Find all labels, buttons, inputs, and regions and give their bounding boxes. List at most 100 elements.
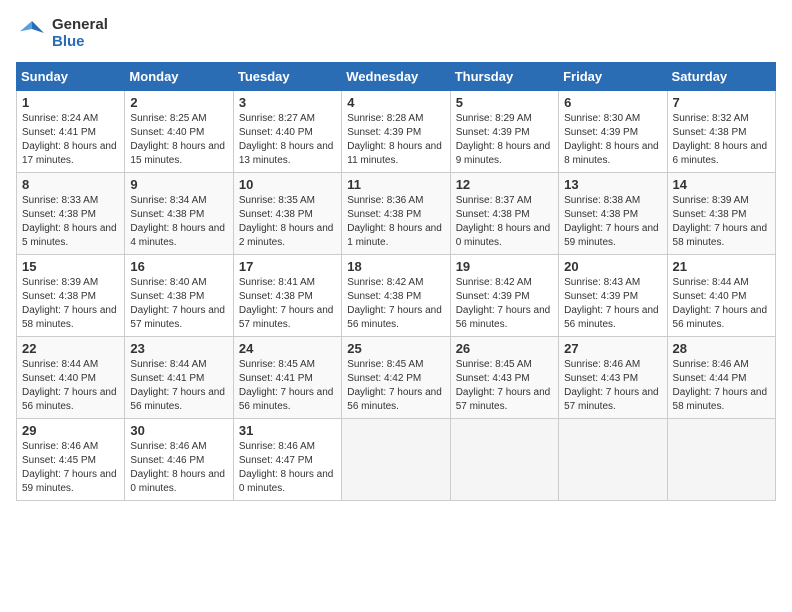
day-info: Sunrise: 8:43 AM Sunset: 4:39 PM Dayligh… bbox=[564, 276, 661, 332]
day-info: Sunrise: 8:42 AM Sunset: 4:38 PM Dayligh… bbox=[347, 276, 444, 332]
day-info: Sunrise: 8:35 AM Sunset: 4:38 PM Dayligh… bbox=[239, 194, 336, 250]
day-cell: 28Sunrise: 8:46 AM Sunset: 4:44 PM Dayli… bbox=[667, 337, 775, 419]
day-number: 23 bbox=[130, 341, 227, 356]
day-number: 3 bbox=[239, 95, 336, 110]
day-cell: 22 Sunrise: 8:44 AM Sunset: 4:40 PM Dayli… bbox=[17, 337, 125, 419]
day-info: Sunrise: 8:44 AM Sunset: 4:40 PM Dayligh… bbox=[22, 358, 119, 414]
day-info: Sunrise: 8:29 AM Sunset: 4:39 PM Dayligh… bbox=[456, 112, 553, 168]
day-info: Sunrise: 8:46 AM Sunset: 4:47 PM Dayligh… bbox=[239, 440, 336, 496]
day-info: Sunrise: 8:39 AM Sunset: 4:38 PM Dayligh… bbox=[673, 194, 770, 250]
day-number: 9 bbox=[130, 177, 227, 192]
day-cell: 27 Sunrise: 8:46 AM Sunset: 4:43 PM Dayli… bbox=[559, 337, 667, 419]
day-info: Sunrise: 8:44 AM Sunset: 4:41 PM Dayligh… bbox=[130, 358, 227, 414]
day-info: Sunrise: 8:45 AM Sunset: 4:43 PM Dayligh… bbox=[456, 358, 553, 414]
day-number: 5 bbox=[456, 95, 553, 110]
day-number: 6 bbox=[564, 95, 661, 110]
day-info: Sunrise: 8:46 AM Sunset: 4:43 PM Dayligh… bbox=[564, 358, 661, 414]
day-number: 29 bbox=[22, 423, 119, 438]
day-info: Sunrise: 8:38 AM Sunset: 4:38 PM Dayligh… bbox=[564, 194, 661, 250]
day-info: Sunrise: 8:25 AM Sunset: 4:40 PM Dayligh… bbox=[130, 112, 227, 168]
day-cell: 24 Sunrise: 8:45 AM Sunset: 4:41 PM Dayli… bbox=[233, 337, 341, 419]
day-info: Sunrise: 8:39 AM Sunset: 4:38 PM Dayligh… bbox=[22, 276, 119, 332]
day-cell: 23 Sunrise: 8:44 AM Sunset: 4:41 PM Dayli… bbox=[125, 337, 233, 419]
day-cell: 16 Sunrise: 8:40 AM Sunset: 4:38 PM Dayli… bbox=[125, 255, 233, 337]
logo-text: General Blue bbox=[52, 16, 108, 50]
day-info: Sunrise: 8:27 AM Sunset: 4:40 PM Dayligh… bbox=[239, 112, 336, 168]
day-cell bbox=[559, 419, 667, 501]
day-number: 16 bbox=[130, 259, 227, 274]
day-number: 21 bbox=[673, 259, 770, 274]
week-row-3: 15 Sunrise: 8:39 AM Sunset: 4:38 PM Dayli… bbox=[17, 255, 776, 337]
weekday-header-row: SundayMondayTuesdayWednesdayThursdayFrid… bbox=[17, 63, 776, 91]
logo: General Blue bbox=[16, 16, 108, 50]
day-info: Sunrise: 8:41 AM Sunset: 4:38 PM Dayligh… bbox=[239, 276, 336, 332]
day-info: Sunrise: 8:46 AM Sunset: 4:45 PM Dayligh… bbox=[22, 440, 119, 496]
logo-icon bbox=[16, 17, 48, 49]
day-cell: 30 Sunrise: 8:46 AM Sunset: 4:46 PM Dayli… bbox=[125, 419, 233, 501]
day-cell: 9 Sunrise: 8:34 AM Sunset: 4:38 PM Daylig… bbox=[125, 173, 233, 255]
day-number: 1 bbox=[22, 95, 119, 110]
day-cell bbox=[342, 419, 450, 501]
day-number: 31 bbox=[239, 423, 336, 438]
calendar-table: SundayMondayTuesdayWednesdayThursdayFrid… bbox=[16, 62, 776, 501]
day-number: 28 bbox=[673, 341, 770, 356]
day-info: Sunrise: 8:44 AM Sunset: 4:40 PM Dayligh… bbox=[673, 276, 770, 332]
week-row-1: 1 Sunrise: 8:24 AM Sunset: 4:41 PM Daylig… bbox=[17, 91, 776, 173]
day-cell bbox=[450, 419, 558, 501]
day-cell: 25 Sunrise: 8:45 AM Sunset: 4:42 PM Dayli… bbox=[342, 337, 450, 419]
weekday-header-tuesday: Tuesday bbox=[233, 63, 341, 91]
day-info: Sunrise: 8:32 AM Sunset: 4:38 PM Dayligh… bbox=[673, 112, 770, 168]
day-cell: 4 Sunrise: 8:28 AM Sunset: 4:39 PM Daylig… bbox=[342, 91, 450, 173]
day-info: Sunrise: 8:45 AM Sunset: 4:41 PM Dayligh… bbox=[239, 358, 336, 414]
day-info: Sunrise: 8:46 AM Sunset: 4:46 PM Dayligh… bbox=[130, 440, 227, 496]
day-number: 13 bbox=[564, 177, 661, 192]
day-cell: 10 Sunrise: 8:35 AM Sunset: 4:38 PM Dayli… bbox=[233, 173, 341, 255]
day-number: 30 bbox=[130, 423, 227, 438]
day-number: 4 bbox=[347, 95, 444, 110]
weekday-header-thursday: Thursday bbox=[450, 63, 558, 91]
day-number: 7 bbox=[673, 95, 770, 110]
weekday-header-saturday: Saturday bbox=[667, 63, 775, 91]
day-number: 14 bbox=[673, 177, 770, 192]
day-cell: 2 Sunrise: 8:25 AM Sunset: 4:40 PM Daylig… bbox=[125, 91, 233, 173]
day-info: Sunrise: 8:34 AM Sunset: 4:38 PM Dayligh… bbox=[130, 194, 227, 250]
day-info: Sunrise: 8:40 AM Sunset: 4:38 PM Dayligh… bbox=[130, 276, 227, 332]
day-number: 19 bbox=[456, 259, 553, 274]
week-row-2: 8Sunrise: 8:33 AM Sunset: 4:38 PM Daylig… bbox=[17, 173, 776, 255]
day-info: Sunrise: 8:37 AM Sunset: 4:38 PM Dayligh… bbox=[456, 194, 553, 250]
day-cell: 20 Sunrise: 8:43 AM Sunset: 4:39 PM Dayli… bbox=[559, 255, 667, 337]
day-cell: 15 Sunrise: 8:39 AM Sunset: 4:38 PM Dayli… bbox=[17, 255, 125, 337]
day-cell: 26 Sunrise: 8:45 AM Sunset: 4:43 PM Dayli… bbox=[450, 337, 558, 419]
day-cell: 5 Sunrise: 8:29 AM Sunset: 4:39 PM Daylig… bbox=[450, 91, 558, 173]
day-cell: 12 Sunrise: 8:37 AM Sunset: 4:38 PM Dayli… bbox=[450, 173, 558, 255]
day-number: 17 bbox=[239, 259, 336, 274]
day-cell bbox=[667, 419, 775, 501]
day-info: Sunrise: 8:45 AM Sunset: 4:42 PM Dayligh… bbox=[347, 358, 444, 414]
weekday-header-sunday: Sunday bbox=[17, 63, 125, 91]
day-info: Sunrise: 8:24 AM Sunset: 4:41 PM Dayligh… bbox=[22, 112, 119, 168]
day-number: 22 bbox=[22, 341, 119, 356]
day-cell: 8Sunrise: 8:33 AM Sunset: 4:38 PM Daylig… bbox=[17, 173, 125, 255]
page-header: General Blue bbox=[16, 16, 776, 50]
day-number: 18 bbox=[347, 259, 444, 274]
day-cell: 19Sunrise: 8:42 AM Sunset: 4:39 PM Dayli… bbox=[450, 255, 558, 337]
day-cell: 17 Sunrise: 8:41 AM Sunset: 4:38 PM Dayli… bbox=[233, 255, 341, 337]
day-number: 20 bbox=[564, 259, 661, 274]
day-info: Sunrise: 8:28 AM Sunset: 4:39 PM Dayligh… bbox=[347, 112, 444, 168]
day-cell: 13 Sunrise: 8:38 AM Sunset: 4:38 PM Dayli… bbox=[559, 173, 667, 255]
day-cell: 3 Sunrise: 8:27 AM Sunset: 4:40 PM Daylig… bbox=[233, 91, 341, 173]
day-number: 27 bbox=[564, 341, 661, 356]
week-row-4: 22 Sunrise: 8:44 AM Sunset: 4:40 PM Dayli… bbox=[17, 337, 776, 419]
day-number: 25 bbox=[347, 341, 444, 356]
weekday-header-wednesday: Wednesday bbox=[342, 63, 450, 91]
day-number: 10 bbox=[239, 177, 336, 192]
day-number: 11 bbox=[347, 177, 444, 192]
day-number: 15 bbox=[22, 259, 119, 274]
day-cell: 31 Sunrise: 8:46 AM Sunset: 4:47 PM Dayli… bbox=[233, 419, 341, 501]
day-number: 24 bbox=[239, 341, 336, 356]
week-row-5: 29 Sunrise: 8:46 AM Sunset: 4:45 PM Dayli… bbox=[17, 419, 776, 501]
day-number: 12 bbox=[456, 177, 553, 192]
day-number: 26 bbox=[456, 341, 553, 356]
day-number: 2 bbox=[130, 95, 227, 110]
day-cell: 21 Sunrise: 8:44 AM Sunset: 4:40 PM Dayli… bbox=[667, 255, 775, 337]
